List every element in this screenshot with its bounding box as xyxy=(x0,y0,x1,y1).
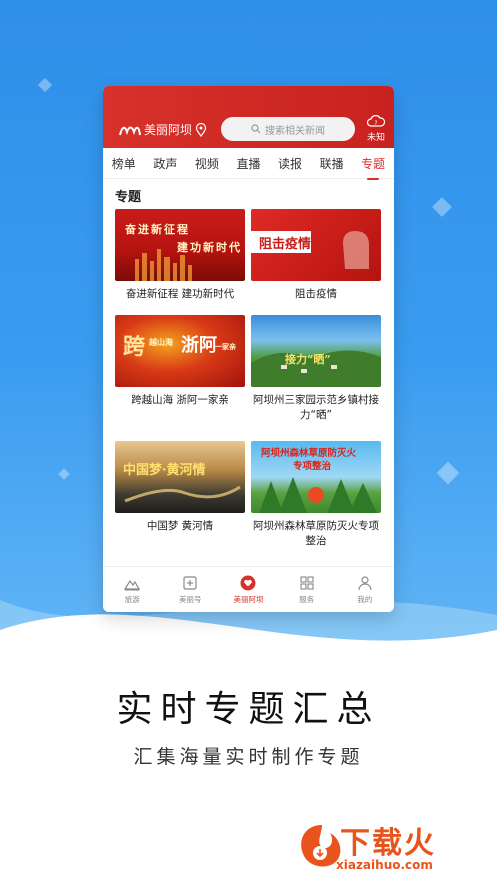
svg-text:?: ? xyxy=(374,120,377,127)
nav-meilihao[interactable]: 美丽号 xyxy=(165,575,215,605)
thumb-title: 阿坝州森林草原防灭火 xyxy=(261,448,357,459)
thumb-title: 奋进新征程 xyxy=(125,223,190,236)
tab-zhengsheng[interactable]: 政声 xyxy=(151,155,179,172)
phone-screen: 美丽阿坝 搜索相关新闻 ? 未知 榜单 政声 视频 直播 读报 联播 专题 专题… xyxy=(103,86,394,612)
thumb-title: 阻击疫情 xyxy=(259,237,312,252)
heart-icon xyxy=(240,575,256,591)
topic-title: 奋进新征程 建功新时代 xyxy=(125,288,235,300)
search-placeholder: 搜索相关新闻 xyxy=(265,125,325,137)
topic-card[interactable]: 阻击疫情 阻击疫情 xyxy=(251,209,381,302)
thumb-title: 接力“晒” xyxy=(285,353,331,366)
logo-mark-icon xyxy=(119,126,141,135)
topic-title: 阿坝州森林草原防灭火专项整治 xyxy=(253,520,379,547)
topic-card[interactable]: 奋进新征程 建功新时代 奋进新征程 建功新时代 xyxy=(115,209,245,302)
topic-card[interactable]: 中国梦·黄河情 中国梦 黄河情 xyxy=(115,441,245,534)
tab-newspaper[interactable]: 读报 xyxy=(276,155,304,172)
thumb-title: 跨 xyxy=(123,334,146,360)
watermark-url: xiazaihuo.com xyxy=(336,858,433,872)
weather-label: 未知 xyxy=(366,133,385,143)
search-icon xyxy=(251,124,261,134)
topic-thumbnail: 中国梦·黄河情 xyxy=(115,441,245,513)
topic-thumbnail: 跨 越山海 浙阿 一家亲 xyxy=(115,315,245,387)
topic-thumbnail: 阿坝州森林草原防灭火 专项整治 xyxy=(251,441,381,513)
topic-card[interactable]: 接力“晒” 阿坝州三家园示范乡镇村接力“晒” xyxy=(251,315,381,423)
bottom-navigation: 旅游 美丽号 美丽阿坝 服务 我的 xyxy=(103,566,394,612)
cloud-icon: ? xyxy=(367,115,385,127)
nav-label: 服务 xyxy=(299,595,315,604)
thumb-title: 一家亲 xyxy=(215,342,236,351)
nav-mine[interactable]: 我的 xyxy=(340,575,390,605)
nav-label: 美丽号 xyxy=(179,595,202,604)
user-icon xyxy=(358,576,372,591)
topic-title: 阻击疫情 xyxy=(295,288,337,300)
thumb-title: 专项整治 xyxy=(293,461,332,472)
nav-service[interactable]: 服务 xyxy=(282,575,332,605)
thumb-title: 中国梦·黄河情 xyxy=(123,463,206,478)
thumb-title: 越山海 xyxy=(149,337,173,347)
tab-topics[interactable]: 专题 xyxy=(359,155,387,180)
thumb-title: 浙阿 xyxy=(181,335,217,356)
topic-card[interactable]: 阿坝州森林草原防灭火 专项整治 阿坝州森林草原防灭火专项整治 xyxy=(251,441,381,549)
topic-title: 中国梦 黄河情 xyxy=(146,520,214,532)
tab-broadcast[interactable]: 联播 xyxy=(318,155,346,172)
nav-meili-aba[interactable]: 美丽阿坝 xyxy=(223,575,273,605)
search-bar[interactable]: 搜索相关新闻 xyxy=(221,117,355,141)
nav-tourism[interactable]: 旅游 xyxy=(107,575,157,605)
topic-thumbnail: 阻击疫情 xyxy=(251,209,381,281)
topic-thumbnail: 奋进新征程 建功新时代 xyxy=(115,209,245,281)
section-title: 专题 xyxy=(115,190,142,205)
promo-headline: 实时专题汇总 xyxy=(116,689,381,730)
fist-icon xyxy=(343,231,369,269)
promo-subline: 汇集海量实时制作专题 xyxy=(133,746,364,768)
nav-label: 美丽阿坝 xyxy=(233,595,264,604)
weather-widget[interactable]: ? 未知 xyxy=(363,112,389,146)
tab-video[interactable]: 视频 xyxy=(193,155,221,172)
plus-box-icon xyxy=(183,576,197,590)
nav-label: 我的 xyxy=(357,595,373,604)
tab-live[interactable]: 直播 xyxy=(234,155,262,172)
logo-text: 美丽阿坝 xyxy=(144,123,193,137)
grid-icon xyxy=(300,576,314,590)
topic-thumbnail: 接力“晒” xyxy=(251,315,381,387)
category-tabs: 榜单 政声 视频 直播 读报 联播 专题 xyxy=(103,148,394,180)
thumb-title: 建功新时代 xyxy=(177,241,242,254)
nav-label: 旅游 xyxy=(124,595,140,604)
watermark-text: 下载火 xyxy=(340,826,436,861)
mountain-icon xyxy=(124,579,141,591)
topic-title: 跨越山海 浙阿一家亲 xyxy=(131,394,229,406)
tab-bangdan[interactable]: 榜单 xyxy=(110,155,138,172)
app-logo[interactable]: 美丽阿坝 xyxy=(119,121,192,138)
topic-card[interactable]: 跨 越山海 浙阿 一家亲 跨越山海 浙阿一家亲 xyxy=(115,315,245,408)
topic-title: 阿坝州三家园示范乡镇村接力“晒” xyxy=(253,394,379,421)
app-header: 美丽阿坝 搜索相关新闻 ? 未知 xyxy=(103,86,394,148)
location-pin-icon[interactable] xyxy=(195,123,207,137)
